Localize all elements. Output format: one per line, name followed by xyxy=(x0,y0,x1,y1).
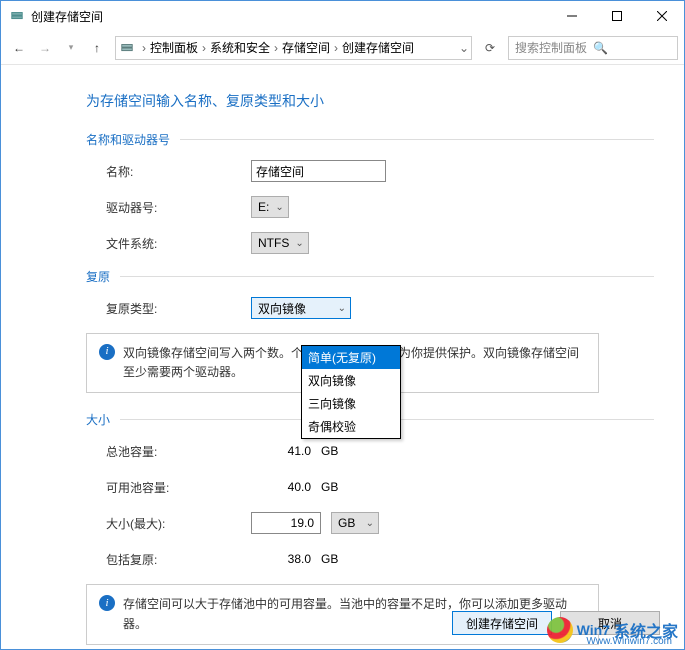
maximize-button[interactable] xyxy=(594,1,639,31)
resiliency-select[interactable]: 双向镜像 ⌄ xyxy=(251,297,351,319)
drive-select[interactable]: E: ⌄ xyxy=(251,196,289,218)
title-bar: 创建存储空间 xyxy=(1,1,684,31)
resiliency-row: 复原类型: 双向镜像 ⌄ xyxy=(106,297,654,319)
search-icon: 🔍 xyxy=(593,41,671,55)
breadcrumb[interactable]: › 控制面板 › 系统和安全 › 存储空间 › 创建存储空间 ⌄ xyxy=(115,36,472,60)
section-resiliency: 复原 xyxy=(86,268,654,285)
cancel-button[interactable]: 取消 xyxy=(560,611,660,635)
fs-label: 文件系统: xyxy=(106,235,251,252)
incl-unit: GB xyxy=(321,552,361,566)
up-button[interactable]: ↑ xyxy=(85,36,109,60)
breadcrumb-seg[interactable]: 系统和安全 xyxy=(208,39,272,56)
breadcrumb-seg[interactable]: 存储空间 xyxy=(280,39,332,56)
minimize-button[interactable] xyxy=(549,1,594,31)
chevron-down-icon: ⌄ xyxy=(295,238,303,249)
incl-row: 包括复原: 38.0 GB xyxy=(106,548,654,570)
avail-value: 40.0 xyxy=(251,480,321,494)
breadcrumb-sep: › xyxy=(140,41,148,55)
info-icon: i xyxy=(99,595,115,611)
section-name-drive: 名称和驱动器号 xyxy=(86,131,654,148)
drive-row: 驱动器号: E: ⌄ xyxy=(106,196,654,218)
total-value: 41.0 xyxy=(251,444,321,458)
max-input[interactable] xyxy=(251,512,321,534)
name-label: 名称: xyxy=(106,163,251,180)
name-input[interactable] xyxy=(251,160,386,182)
incl-label: 包括复原: xyxy=(106,551,251,568)
total-row: 总池容量: 41.0 GB xyxy=(106,440,654,462)
back-button[interactable]: ← xyxy=(7,36,31,60)
breadcrumb-seg[interactable]: 创建存储空间 xyxy=(340,39,416,56)
drive-icon xyxy=(120,40,136,56)
total-unit: GB xyxy=(321,444,361,458)
recent-dropdown[interactable]: ▾ xyxy=(59,36,83,60)
dropdown-option[interactable]: 三向镜像 xyxy=(302,392,400,415)
page-title: 为存储空间输入名称、复原类型和大小 xyxy=(86,91,654,111)
breadcrumb-sep: › xyxy=(332,41,340,55)
chevron-down-icon[interactable]: ⌄ xyxy=(457,41,471,55)
breadcrumb-sep: › xyxy=(200,41,208,55)
chevron-down-icon: ⌄ xyxy=(275,202,283,213)
close-button[interactable] xyxy=(639,1,684,31)
incl-value: 38.0 xyxy=(251,552,321,566)
fs-row: 文件系统: NTFS ⌄ xyxy=(106,232,654,254)
forward-button[interactable]: → xyxy=(33,36,57,60)
create-button[interactable]: 创建存储空间 xyxy=(452,611,552,635)
dropdown-option[interactable]: 双向镜像 xyxy=(302,369,400,392)
dialog-buttons: 创建存储空间 取消 xyxy=(452,611,660,635)
dropdown-option[interactable]: 简单(无复原) xyxy=(302,346,400,369)
app-window: 创建存储空间 ← → ▾ ↑ › 控制面板 › 系统和安全 › 存储空间 › 创… xyxy=(0,0,685,650)
drive-label: 驱动器号: xyxy=(106,199,251,216)
info-icon: i xyxy=(99,344,115,360)
dropdown-option[interactable]: 奇偶校验 xyxy=(302,415,400,438)
fs-select[interactable]: NTFS ⌄ xyxy=(251,232,309,254)
max-row: 大小(最大): GB ⌄ xyxy=(106,512,654,534)
refresh-button[interactable]: ⟳ xyxy=(478,36,502,60)
chevron-down-icon: ⌄ xyxy=(366,518,374,529)
max-label: 大小(最大): xyxy=(106,515,251,532)
nav-bar: ← → ▾ ↑ › 控制面板 › 系统和安全 › 存储空间 › 创建存储空间 ⌄… xyxy=(1,31,684,65)
search-placeholder: 搜索控制面板 xyxy=(515,39,593,56)
content-area: 为存储空间输入名称、复原类型和大小 名称和驱动器号 名称: 驱动器号: E: ⌄… xyxy=(1,65,684,649)
name-row: 名称: xyxy=(106,160,654,182)
breadcrumb-seg[interactable]: 控制面板 xyxy=(148,39,200,56)
app-icon xyxy=(9,8,25,24)
window-controls xyxy=(549,1,684,31)
resiliency-dropdown-list: 简单(无复原) 双向镜像 三向镜像 奇偶校验 xyxy=(301,345,401,439)
max-unit-select[interactable]: GB ⌄ xyxy=(331,512,379,534)
avail-row: 可用池容量: 40.0 GB xyxy=(106,476,654,498)
search-input[interactable]: 搜索控制面板 🔍 xyxy=(508,36,678,60)
breadcrumb-sep: › xyxy=(272,41,280,55)
chevron-down-icon: ⌄ xyxy=(338,303,346,314)
avail-label: 可用池容量: xyxy=(106,479,251,496)
window-title: 创建存储空间 xyxy=(31,8,549,25)
resiliency-label: 复原类型: xyxy=(106,300,251,317)
avail-unit: GB xyxy=(321,480,361,494)
total-label: 总池容量: xyxy=(106,443,251,460)
